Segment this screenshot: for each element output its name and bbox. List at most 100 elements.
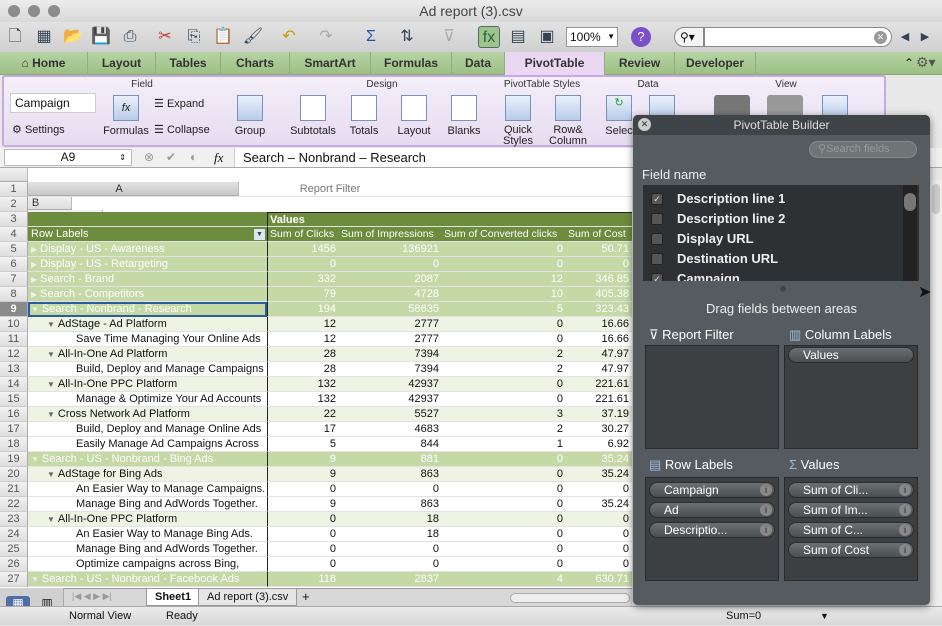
value-cell[interactable]: 863 bbox=[339, 467, 442, 482]
value-cell[interactable]: 9 bbox=[267, 497, 339, 512]
value-cell[interactable]: 42937 bbox=[339, 377, 442, 392]
gear-icon[interactable]: ⚙▾ bbox=[916, 54, 936, 71]
zoom-select[interactable]: 100% ▼ bbox=[566, 27, 618, 47]
add-sheet-icon[interactable]: + bbox=[302, 589, 310, 604]
value-cell[interactable]: 7394 bbox=[339, 362, 442, 377]
value-cell[interactable]: 50.71 bbox=[566, 242, 632, 257]
value-cell[interactable]: 118 bbox=[267, 572, 339, 587]
formulas-button[interactable]: fx Formulas bbox=[102, 95, 150, 137]
print-icon[interactable]: ⎙ bbox=[119, 26, 141, 48]
value-cell[interactable]: 4 bbox=[442, 572, 566, 587]
row-header[interactable]: 14 bbox=[0, 377, 28, 392]
value-cell[interactable]: 2087 bbox=[339, 272, 442, 287]
expand-button[interactable]: ☰ Expand bbox=[154, 97, 204, 110]
value-cell[interactable]: 346.85 bbox=[566, 272, 632, 287]
expand-icon[interactable]: ▶ bbox=[31, 260, 37, 269]
info-icon[interactable]: i bbox=[760, 504, 772, 516]
value-cell[interactable]: 0 bbox=[442, 392, 566, 407]
row-header[interactable]: 2 bbox=[0, 197, 28, 212]
row-header[interactable]: 4 bbox=[0, 227, 28, 242]
info-icon[interactable]: i bbox=[899, 504, 911, 516]
zoom-window-button[interactable] bbox=[48, 5, 60, 17]
row-label[interactable]: An Easier Way to Manage Bing Ads. bbox=[28, 527, 267, 542]
value-cell[interactable]: 132 bbox=[267, 377, 339, 392]
row-label[interactable]: ▶ Search - Competitors bbox=[28, 287, 267, 302]
field-checkbox[interactable] bbox=[651, 213, 663, 225]
tab-smartart[interactable]: SmartArt bbox=[290, 52, 371, 75]
field-pill[interactable]: Sum of Cli... i bbox=[788, 482, 914, 498]
value-cell[interactable]: 22 bbox=[267, 407, 339, 422]
value-cell[interactable]: 35.24 bbox=[566, 497, 632, 512]
value-cell[interactable]: 0 bbox=[442, 452, 566, 467]
value-cell[interactable]: 9 bbox=[267, 452, 339, 467]
row-header[interactable]: 23 bbox=[0, 512, 28, 527]
row-header[interactable]: 6 bbox=[0, 257, 28, 272]
select-button[interactable]: ↻ Selec bbox=[604, 95, 634, 137]
next-icon[interactable]: ▶ bbox=[914, 26, 936, 48]
group-button[interactable]: Group bbox=[230, 95, 270, 137]
row-header[interactable]: 19 bbox=[0, 452, 28, 467]
field-pill[interactable]: Sum of Im... i bbox=[788, 502, 914, 518]
value-cell[interactable]: 12 bbox=[442, 272, 566, 287]
tab-layout[interactable]: Layout bbox=[88, 52, 156, 75]
tab-data[interactable]: Data bbox=[452, 52, 505, 75]
autosum-icon[interactable]: Σ bbox=[360, 26, 382, 48]
value-cell[interactable]: 132 bbox=[267, 392, 339, 407]
field-pill[interactable]: Values bbox=[788, 347, 914, 363]
filter-dropdown-icon[interactable]: ▼ bbox=[254, 229, 265, 240]
value-cell[interactable]: 79 bbox=[267, 287, 339, 302]
settings-button[interactable]: ⚙ Settings bbox=[12, 123, 65, 136]
tab-pivottable[interactable]: PivotTable bbox=[505, 52, 605, 75]
value-cell[interactable]: 332 bbox=[267, 272, 339, 287]
field-checkbox[interactable]: ✓ bbox=[651, 273, 663, 281]
search-fields-input[interactable]: ⚲Search fields bbox=[809, 141, 917, 158]
row-label[interactable]: ▼ Search - US - Nonbrand - Facebook Ads bbox=[28, 572, 267, 587]
row-label[interactable]: Build, Deploy and Manage Campaigns bbox=[28, 362, 267, 377]
field-pill[interactable]: Campaign i bbox=[649, 482, 775, 498]
value-cell[interactable]: 0 bbox=[442, 332, 566, 347]
value-cell[interactable]: 5527 bbox=[339, 407, 442, 422]
value-cell[interactable]: 0 bbox=[339, 557, 442, 572]
cut-icon[interactable]: ✂ bbox=[154, 26, 176, 48]
collapse-icon[interactable]: ▼ bbox=[47, 410, 55, 419]
sort-icon[interactable]: ⇅ bbox=[396, 26, 418, 48]
value-cell[interactable]: 30.27 bbox=[566, 422, 632, 437]
row-header[interactable]: 8 bbox=[0, 287, 28, 302]
row-header[interactable]: 22 bbox=[0, 497, 28, 512]
value-cell[interactable]: 2 bbox=[442, 422, 566, 437]
value-cell[interactable]: 9 bbox=[267, 467, 339, 482]
horizontal-scrollbar[interactable] bbox=[510, 593, 630, 603]
value-cell[interactable]: 2777 bbox=[339, 317, 442, 332]
value-cell[interactable]: 16.66 bbox=[566, 332, 632, 347]
search-icon[interactable]: ⚲▾ bbox=[674, 27, 704, 47]
function-icon[interactable]: fx bbox=[478, 26, 500, 48]
media-browser-icon[interactable]: ▣ bbox=[536, 26, 558, 48]
value-cell[interactable]: 2 bbox=[442, 347, 566, 362]
row-header[interactable]: 17 bbox=[0, 422, 28, 437]
value-cell[interactable]: 3 bbox=[442, 407, 566, 422]
select-all-corner[interactable] bbox=[0, 168, 28, 182]
copy-icon[interactable]: ⎘ bbox=[183, 26, 205, 48]
spreadsheet-grid[interactable]: ABCDE1Report Filter23Values4Row Labels▼S… bbox=[0, 168, 632, 588]
format-painter-icon[interactable]: 🖌 bbox=[242, 26, 264, 48]
row-label[interactable]: Easily Manage Ad Campaigns Across bbox=[28, 437, 267, 452]
info-icon[interactable]: i bbox=[899, 524, 911, 536]
value-cell[interactable]: 12 bbox=[267, 317, 339, 332]
value-cell[interactable]: 6.92 bbox=[566, 437, 632, 452]
filter-icon[interactable]: ⊽ bbox=[438, 26, 460, 48]
row-header[interactable]: 15 bbox=[0, 392, 28, 407]
row-header[interactable]: 25 bbox=[0, 542, 28, 557]
field-checkbox[interactable] bbox=[651, 253, 663, 265]
value-cell[interactable]: 0 bbox=[566, 542, 632, 557]
value-cell[interactable]: 0 bbox=[442, 542, 566, 557]
field-pill[interactable]: Descriptio... i bbox=[649, 522, 775, 538]
value-cell[interactable]: 0 bbox=[442, 242, 566, 257]
sheet-nav-icon[interactable]: |◀ ◀ ▶ ▶| bbox=[72, 591, 112, 602]
toolbox-icon[interactable]: ▤ bbox=[507, 26, 529, 48]
row-label[interactable]: ▼ Cross Network Ad Platform bbox=[28, 407, 267, 422]
value-cell[interactable]: 0 bbox=[442, 482, 566, 497]
value-cell[interactable]: 0 bbox=[339, 482, 442, 497]
name-box[interactable]: A9 ⇕ bbox=[4, 149, 132, 166]
row-header[interactable]: 16 bbox=[0, 407, 28, 422]
collapse-icon[interactable]: ▼ bbox=[31, 305, 39, 314]
